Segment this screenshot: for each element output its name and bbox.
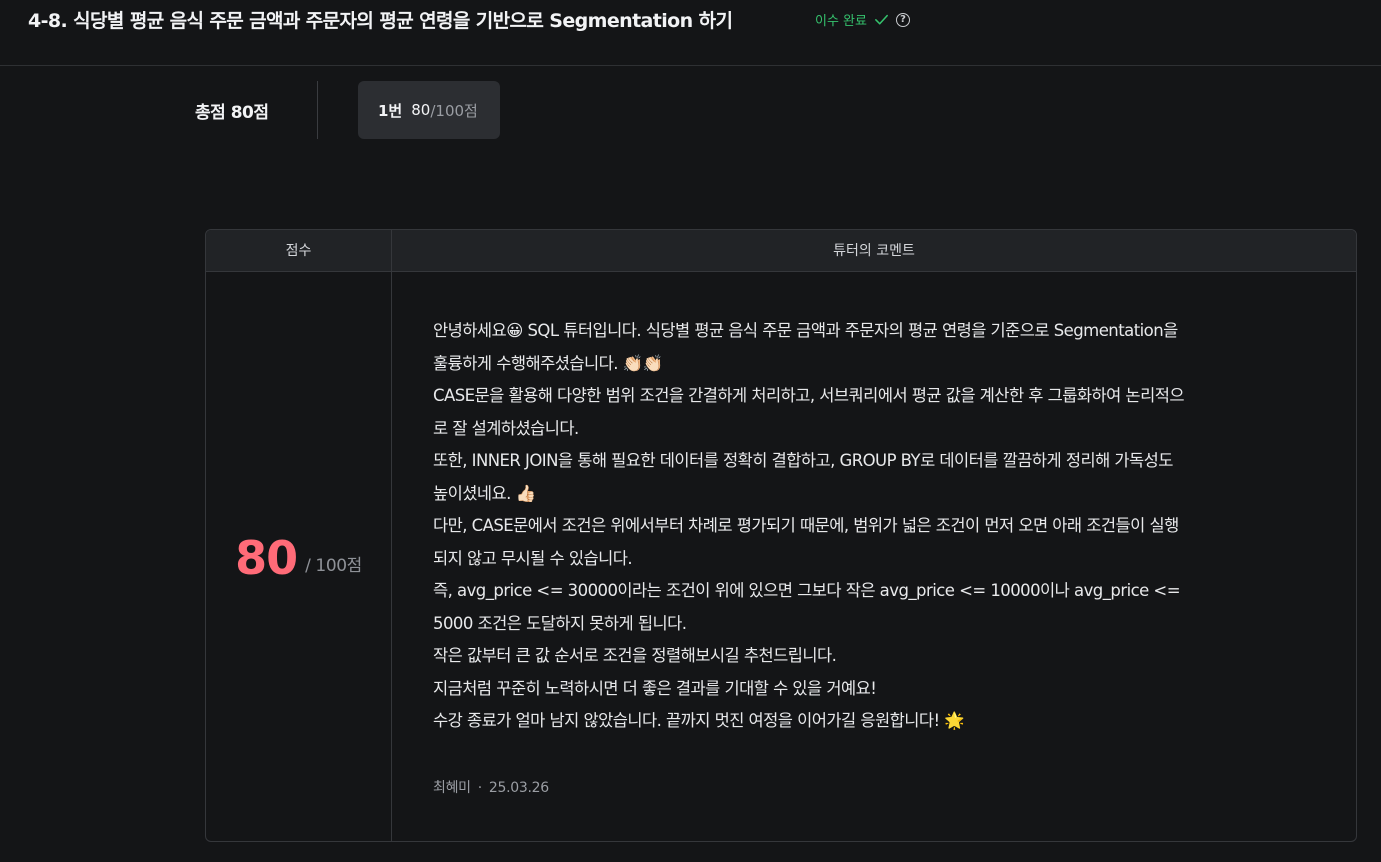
comment-line: 로 잘 설계하셨습니다.: [433, 418, 579, 438]
check-icon: [875, 14, 888, 25]
comment-line: 다만, CASE문에서 조건은 위에서부터 차례로 평가되기 때문에, 범위가 …: [433, 516, 1179, 535]
comment-meta: 최혜미 · 25.03.26: [433, 777, 549, 797]
score-max: / 100점: [305, 556, 362, 576]
question-max: /100점: [430, 101, 478, 120]
divider: [317, 81, 318, 139]
tutor-comment: 안녕하세요😀 SQL 튜터입니다. 식당별 평균 음식 주문 금액과 주문자의 …: [433, 315, 1318, 738]
comment-line: 지금처럼 꾸준히 노력하시면 더 좋은 결과를 기대할 수 있을 거예요!: [433, 678, 877, 698]
comment-line: 작은 값부터 큰 값 순서로 조건을 정렬해보시길 추천드립니다.: [433, 646, 837, 665]
separator-dot: ·: [477, 780, 482, 796]
comment-line: 5000 조건은 도달하지 못하게 됩니다.: [433, 613, 687, 633]
comment-line: CASE문을 활용해 다양한 범위 조건을 간결하게 처리하고, 서브쿼리에서 …: [433, 386, 1185, 405]
column-divider: [391, 230, 392, 841]
comment-line: 수강 종료가 얼마 남지 않았습니다. 끝까지 멋진 여정을 이어가길 응원합니…: [433, 711, 965, 730]
score-value: 80: [235, 530, 298, 585]
help-icon[interactable]: ?: [895, 12, 910, 27]
comment-line: 되지 않고 무시될 수 있습니다.: [433, 548, 633, 568]
comment-line: 즉, avg_price <= 30000이라는 조건이 위에 있으면 그보다 …: [433, 581, 1181, 600]
comment-column-header: 튜터의 코멘트: [833, 243, 915, 259]
score-column-header: 점수: [285, 243, 312, 259]
question-number: 1번: [378, 101, 403, 120]
table-header: 점수 튜터의 코멘트: [206, 230, 1356, 272]
comment-line: 안녕하세요😀 SQL 튜터입니다. 식당별 평균 음식 주문 금액과 주문자의 …: [433, 321, 1178, 340]
score-cell: 80 / 100점: [206, 272, 391, 841]
completion-status: 이수 완료 ?: [815, 10, 910, 29]
question-tab-1[interactable]: 1번 80 /100점: [358, 81, 500, 139]
comment-line: 훌륭하게 수행해주셨습니다. 👏🏻👏🏻: [433, 353, 663, 373]
status-label: 이수 완료: [815, 14, 867, 29]
comment-line: 높이셨네요. 👍🏻: [433, 483, 536, 503]
page-title: 4-8. 식당별 평균 음식 주문 금액과 주문자의 평균 연령을 기반으로 S…: [28, 10, 733, 32]
comment-author: 최혜미: [433, 780, 471, 796]
total-score: 총점 80점: [195, 103, 269, 123]
page-header: 4-8. 식당별 평균 음식 주문 금액과 주문자의 평균 연령을 기반으로 S…: [0, 0, 1381, 66]
feedback-table: 점수 튜터의 코멘트 80 / 100점 안녕하세요😀 SQL 튜터입니다. 식…: [205, 229, 1357, 842]
comment-date: 25.03.26: [488, 780, 549, 796]
comment-line: 또한, INNER JOIN을 통해 필요한 데이터를 정확히 결합하고, GR…: [433, 451, 1174, 470]
question-score: 80: [411, 101, 431, 119]
